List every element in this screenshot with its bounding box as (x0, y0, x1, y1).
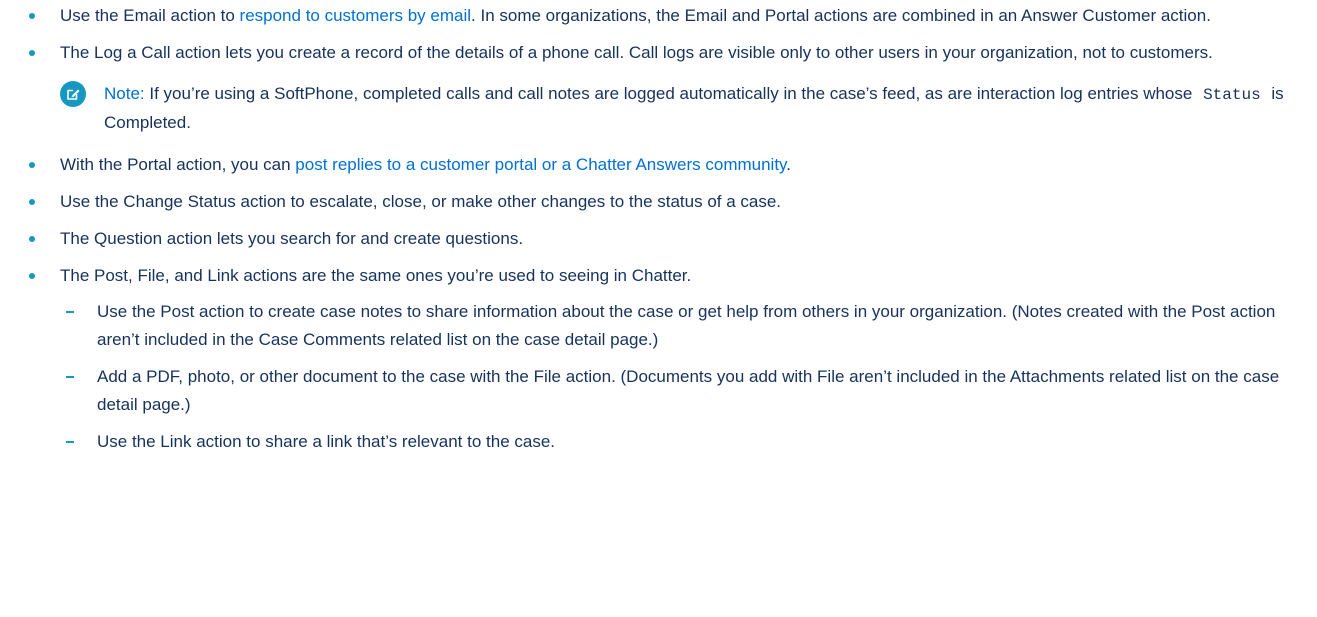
item-text: Use the Change Status action to escalate… (60, 192, 782, 211)
actions-list: Use the Email action to respond to custo… (20, 2, 1297, 67)
post-replies-link[interactable]: post replies to a customer portal or a C… (295, 155, 786, 174)
respond-by-email-link[interactable]: respond to customers by email (240, 6, 472, 25)
sub-item-post-action: Use the Post action to create case notes… (60, 298, 1297, 354)
sub-item-text: Use the Link action to share a link that… (97, 432, 556, 451)
list-item-log-call-action: The Log a Call action lets you create a … (20, 39, 1297, 67)
document-body: Use the Email action to respond to custo… (0, 0, 1317, 617)
bullet-dot (29, 199, 35, 205)
item-text: The Question action lets you search for … (60, 229, 524, 248)
bullet-dot (29, 13, 35, 19)
status-field-code: Status (1203, 86, 1261, 104)
bullet-dash (66, 441, 74, 443)
bullet-dash (66, 311, 74, 313)
sub-item-text: Add a PDF, photo, or other document to t… (97, 367, 1280, 414)
list-item-email-action: Use the Email action to respond to custo… (20, 2, 1297, 30)
edit-note-icon (60, 81, 86, 107)
note-label: Note: (104, 84, 145, 103)
bullet-dot (29, 273, 35, 279)
list-item-post-file-link-actions: The Post, File, and Link actions are the… (20, 262, 1297, 456)
item-text: . (786, 155, 792, 174)
item-text: . In some organizations, the Email and P… (471, 6, 1211, 25)
bullet-dot (29, 162, 35, 168)
list-item-question-action: The Question action lets you search for … (20, 225, 1297, 253)
item-text: The Log a Call action lets you create a … (60, 43, 1213, 62)
bullet-dash (66, 376, 74, 378)
item-text: Use the Email action to (60, 6, 240, 25)
item-text: With the Portal action, you can (60, 155, 296, 174)
sub-item-file-action: Add a PDF, photo, or other document to t… (60, 363, 1297, 419)
actions-list-continued: With the Portal action, you can post rep… (20, 151, 1297, 456)
note-callout: Note: If you’re using a SoftPhone, compl… (60, 80, 1297, 137)
sub-item-link-action: Use the Link action to share a link that… (60, 428, 1297, 456)
bullet-dot (29, 236, 35, 242)
item-text: The Post, File, and Link actions are the… (60, 266, 692, 285)
sub-item-text: Use the Post action to create case notes… (97, 302, 1276, 349)
note-text: If you’re using a SoftPhone, completed c… (144, 84, 1198, 103)
bullet-dot (29, 50, 35, 56)
sub-actions-list: Use the Post action to create case notes… (60, 298, 1297, 456)
list-item-portal-action: With the Portal action, you can post rep… (20, 151, 1297, 179)
list-item-change-status-action: Use the Change Status action to escalate… (20, 188, 1297, 216)
